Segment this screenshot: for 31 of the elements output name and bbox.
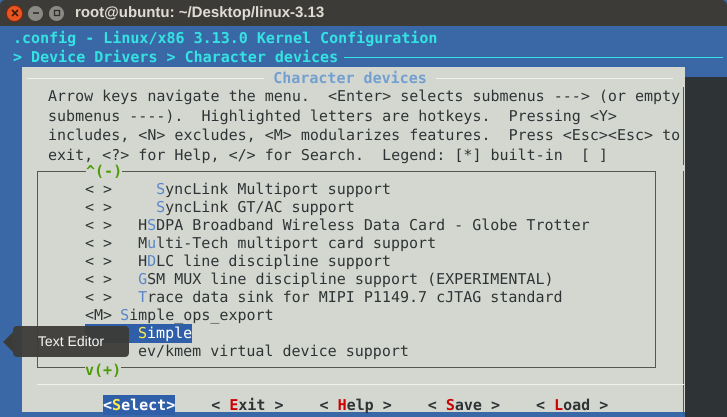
dialog-button[interactable]: < Load > — [536, 395, 608, 415]
dialog-button[interactable]: < Help > — [320, 395, 392, 415]
menu-item[interactable]: < > GSM MUX line discipline support (EXPERIMENTAL) — [85, 270, 554, 288]
config-title: .config - Linux/x86 3.13.0 Kernel Configuration — [13, 29, 438, 47]
dialog-button[interactable]: < Save > — [428, 395, 500, 415]
close-icon — [10, 9, 18, 17]
help-text: submenus ----). Highlighted letters are hotkeys. Pressing <Y> — [48, 106, 618, 126]
help-text: exit, <?> for Help, </> for Search. Legend: [*] built-in [ ] — [48, 146, 609, 164]
scroll-up-indicator: ^(-) — [86, 162, 122, 180]
tooltip-pointer-icon — [3, 332, 13, 352]
menu-item[interactable]: < > Trace data sink for MIPI P1149.7 cJTAG standard — [85, 288, 563, 306]
dialog-button[interactable]: < Exit > — [211, 395, 284, 415]
tooltip: Text Editor — [3, 326, 129, 357]
menu-item[interactable]: < > SyncLink GT/AC support — [85, 198, 355, 216]
menu-item[interactable]: <M> Simple_ops_export — [85, 306, 274, 324]
help-text: includes, <N> excludes, <M> modularizes features. Press <Esc><Esc> to — [48, 126, 682, 146]
dialog-button[interactable]: <Select> — [103, 395, 176, 415]
maximize-icon — [52, 9, 60, 17]
minimize-button[interactable] — [27, 4, 44, 22]
breadcrumb: > Device Drivers > Character devices — [13, 48, 338, 67]
menu-item[interactable]: < > HSDPA Broadband Wireless Data Card - Globe Trotter — [85, 216, 590, 234]
menu-item[interactable]: < > SyncLink Multiport support — [85, 180, 391, 198]
maximize-button[interactable] — [48, 4, 65, 22]
help-text: Arrow keys navigate the menu. <Enter> selects submenus ---> (or empty — [48, 87, 682, 106]
close-button[interactable] — [6, 4, 23, 22]
window-title: root@ubuntu: ~/Desktop/linux-3.13 — [75, 2, 324, 23]
scroll-down-indicator: v(+) — [85, 361, 122, 379]
dialog-title: Character devices — [272, 69, 428, 88]
minimize-icon — [32, 9, 40, 17]
menu-item[interactable]: < > HDLC line discipline support — [85, 252, 391, 270]
menu-item[interactable]: < > Multi-Tech multiport card support — [85, 234, 436, 252]
